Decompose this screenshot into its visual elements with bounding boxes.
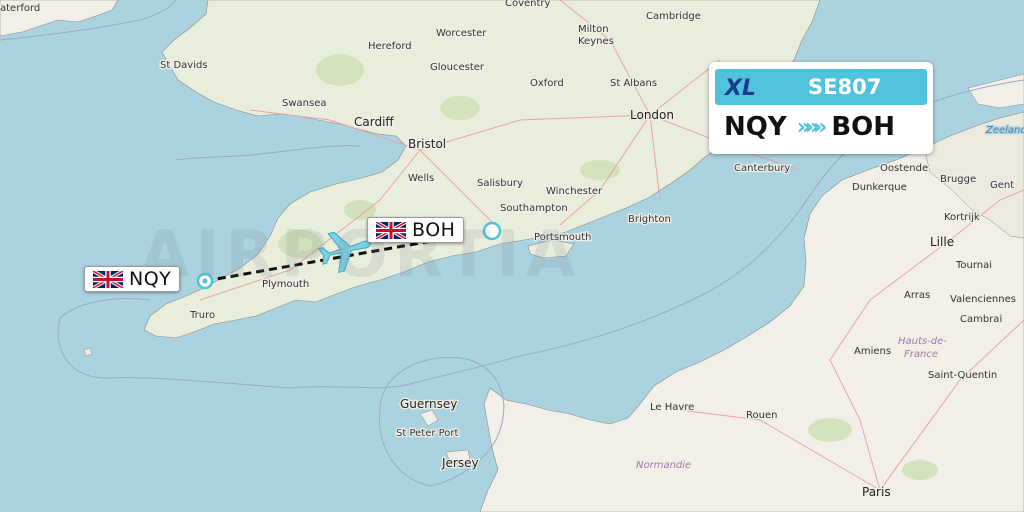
place-brugge: Brugge bbox=[940, 174, 976, 185]
place-coventry: Coventry bbox=[505, 0, 551, 9]
place-cambrai: Cambrai bbox=[960, 314, 1002, 325]
place-winchester: Winchester bbox=[546, 186, 603, 197]
place-saint-quentin: Saint-Quentin bbox=[928, 370, 997, 381]
flight-header: XL SE807 bbox=[715, 69, 927, 105]
route-destination-code: BOH bbox=[831, 112, 896, 142]
place-gent: Gent bbox=[990, 180, 1014, 191]
destination-airport-code: BOH bbox=[412, 219, 456, 241]
route-arrows-icon: »»» bbox=[796, 114, 828, 140]
origin-airport-dot bbox=[202, 278, 208, 284]
place-zeeland: Zeeland bbox=[985, 125, 1024, 136]
place-plymouth: Plymouth bbox=[262, 279, 309, 290]
place-waterford: aterford bbox=[0, 3, 40, 14]
place-cambridge: Cambridge bbox=[646, 11, 701, 22]
flight-number: SE807 bbox=[808, 75, 882, 99]
place-oostende: Oostende bbox=[880, 163, 928, 174]
place-gloucester: Gloucester bbox=[430, 62, 485, 73]
place-keynes: Keynes bbox=[578, 36, 614, 47]
place-paris: Paris bbox=[862, 485, 891, 499]
place-southampton: Southampton bbox=[500, 203, 568, 214]
place-canterbury: Canterbury bbox=[734, 163, 790, 174]
route-summary: NQY »»» BOH bbox=[724, 112, 895, 142]
place-st-davids: St Davids bbox=[160, 60, 208, 71]
place-france: France bbox=[904, 349, 938, 360]
place-worcester: Worcester bbox=[436, 28, 487, 39]
uk-flag-icon bbox=[376, 221, 406, 239]
place-jersey: Jersey bbox=[441, 456, 479, 470]
route-origin-code: NQY bbox=[724, 112, 787, 142]
place-truro: Truro bbox=[189, 310, 215, 321]
origin-airport-code: NQY bbox=[129, 268, 172, 290]
place-portsmouth: Portsmouth bbox=[534, 232, 592, 243]
place-hauts: Hauts-de- bbox=[898, 336, 947, 347]
place-kortrijk: Kortrijk bbox=[944, 212, 980, 223]
place-amiens: Amiens bbox=[854, 346, 891, 357]
place-london: London bbox=[630, 108, 674, 122]
place-brighton: Brighton bbox=[628, 214, 671, 225]
place-hereford: Hereford bbox=[368, 41, 412, 52]
destination-airport-marker[interactable] bbox=[482, 221, 502, 241]
place-normandie: Normandie bbox=[636, 460, 691, 471]
place-rouen: Rouen bbox=[746, 410, 777, 421]
place-cardiff: Cardiff bbox=[354, 115, 394, 129]
place-guernsey: Guernsey bbox=[400, 397, 457, 411]
place-arras: Arras bbox=[904, 290, 930, 301]
place-st-peter-port: St Peter Port bbox=[396, 428, 459, 439]
destination-airport-tag[interactable]: BOH bbox=[367, 217, 465, 243]
place-wells: Wells bbox=[408, 173, 434, 184]
airline-logo: XL bbox=[723, 76, 756, 100]
svg-text:XL: XL bbox=[723, 76, 756, 100]
place-oxford: Oxford bbox=[530, 78, 564, 89]
uk-flag-icon bbox=[93, 270, 123, 288]
place-bristol: Bristol bbox=[408, 137, 446, 151]
place-salisbury: Salisbury bbox=[477, 178, 523, 189]
flight-info-card[interactable]: XL SE807 NQY »»» BOH bbox=[709, 62, 933, 154]
place-valenciennes: Valenciennes bbox=[950, 294, 1016, 305]
origin-airport-tag[interactable]: NQY bbox=[84, 266, 181, 292]
place-dunkerque: Dunkerque bbox=[852, 182, 907, 193]
place-tournai: Tournai bbox=[955, 260, 992, 271]
place-lille: Lille bbox=[930, 235, 954, 249]
place-swansea: Swansea bbox=[282, 98, 326, 109]
place-milton: Milton bbox=[578, 24, 609, 35]
place-st-albans: St Albans bbox=[610, 78, 657, 89]
place-le-havre: Le Havre bbox=[650, 402, 694, 413]
